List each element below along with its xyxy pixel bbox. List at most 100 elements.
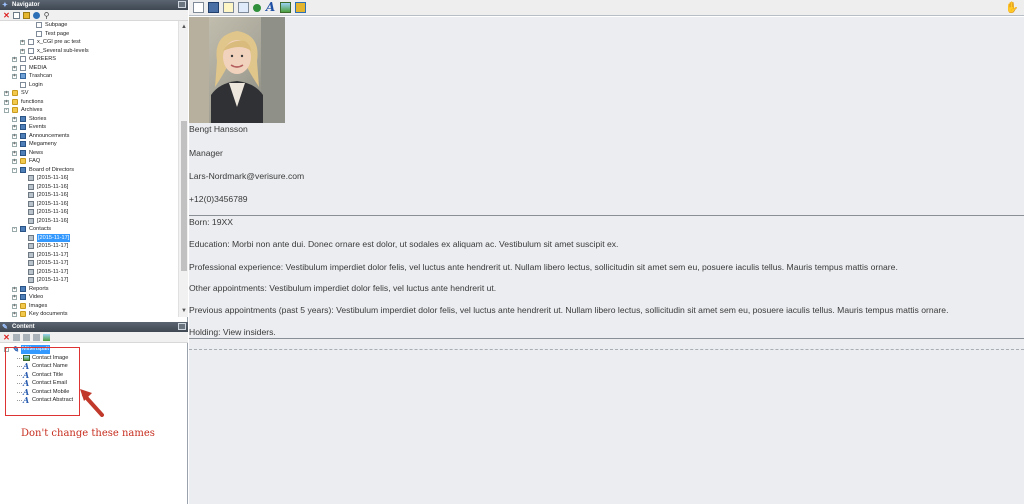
scroll-down-icon[interactable]: ▼ bbox=[180, 307, 188, 315]
expand-icon[interactable]: + bbox=[20, 48, 25, 54]
navigator-scrollbar[interactable]: ▲ ▼ bbox=[178, 21, 188, 317]
navigator-panel: ✦ Navigator ✕ ⚲ Subpage Test page + x_CGI p… bbox=[0, 0, 188, 320]
expand-icon[interactable]: + bbox=[4, 91, 9, 96]
image-icon[interactable] bbox=[280, 2, 291, 13]
expand-icon[interactable]: + bbox=[12, 116, 17, 122]
export-icon[interactable] bbox=[238, 2, 249, 13]
abstract-previous[interactable]: Previous appointments (past 5 years): Ve… bbox=[189, 305, 948, 315]
abstract-education[interactable]: Education: Morbi non ante dui. Donec orn… bbox=[189, 239, 618, 249]
tree-node[interactable]: + MEDIA bbox=[0, 64, 178, 73]
contact-photo[interactable] bbox=[189, 17, 285, 123]
tree-node[interactable]: + Images bbox=[0, 302, 178, 311]
contact-name[interactable]: Bengt Hansson bbox=[189, 124, 248, 134]
text-icon[interactable]: A bbox=[265, 1, 276, 13]
tree-node[interactable]: - Contacts bbox=[0, 225, 178, 234]
collapse-icon[interactable]: - bbox=[4, 108, 9, 113]
tree-node[interactable]: [2015-11-17] bbox=[0, 259, 178, 268]
paste-icon[interactable] bbox=[33, 333, 40, 341]
scroll-thumb[interactable] bbox=[181, 121, 187, 271]
tree-node[interactable]: + Events bbox=[0, 123, 178, 132]
collapse-icon[interactable]: - bbox=[12, 227, 17, 232]
tree-node[interactable]: [2015-11-17] bbox=[0, 233, 178, 242]
image-icon[interactable] bbox=[43, 333, 50, 341]
cube-icon[interactable] bbox=[23, 11, 30, 19]
collapse-icon[interactable]: - bbox=[12, 167, 17, 173]
pin-icon[interactable] bbox=[178, 323, 186, 330]
tree-node-label: FAQ bbox=[29, 158, 41, 164]
publish-icon[interactable] bbox=[253, 3, 261, 12]
delete-icon[interactable] bbox=[13, 333, 20, 341]
tree-node[interactable]: Login bbox=[0, 81, 178, 90]
expand-icon[interactable]: + bbox=[12, 159, 17, 164]
tree-node[interactable]: + News bbox=[0, 149, 178, 158]
close-icon[interactable]: ✕ bbox=[3, 333, 10, 341]
tree-node[interactable]: + Stories bbox=[0, 115, 178, 124]
expand-icon[interactable]: + bbox=[12, 286, 17, 292]
tree-node[interactable]: - Board of Directors bbox=[0, 166, 178, 175]
expand-icon[interactable]: + bbox=[12, 312, 17, 317]
editor-canvas[interactable]: Bengt Hansson Manager Lars-Nordmark@veri… bbox=[189, 17, 1024, 504]
tree-node[interactable]: + FAQ bbox=[0, 157, 178, 166]
navigator-title: Navigator bbox=[12, 2, 40, 8]
tree-node[interactable]: + CAREERS bbox=[0, 55, 178, 64]
tree-node[interactable]: + Megameny bbox=[0, 140, 178, 149]
copy-icon[interactable] bbox=[23, 333, 30, 341]
tree-node[interactable]: + Reports bbox=[0, 285, 178, 294]
page-icon[interactable] bbox=[193, 2, 204, 13]
globe-icon[interactable] bbox=[33, 11, 40, 19]
contact-email[interactable]: Lars-Nordmark@verisure.com bbox=[189, 171, 304, 181]
tree-node[interactable]: + SV bbox=[0, 89, 178, 98]
expand-icon[interactable]: + bbox=[20, 40, 25, 45]
tree-node-label: [2015-11-17] bbox=[37, 277, 69, 283]
expand-icon[interactable]: + bbox=[12, 74, 17, 79]
tree-node[interactable]: + Video bbox=[0, 293, 178, 302]
tree-node[interactable]: + x_Several sub-levels bbox=[0, 47, 178, 56]
tree-node-label: MEDIA bbox=[29, 64, 47, 71]
clip-icon bbox=[28, 175, 34, 181]
tree-node[interactable]: Test page bbox=[0, 30, 178, 39]
hand-icon[interactable]: ✋ bbox=[1005, 2, 1019, 14]
tree-node[interactable]: [2015-11-16] bbox=[0, 191, 178, 200]
tree-node[interactable]: [2015-11-16] bbox=[0, 174, 178, 183]
search-page-icon[interactable] bbox=[223, 2, 234, 13]
expand-icon[interactable]: + bbox=[4, 99, 9, 105]
tree-node[interactable]: [2015-11-16] bbox=[0, 200, 178, 209]
search-icon[interactable]: ⚲ bbox=[43, 11, 50, 19]
tree-node[interactable]: [2015-11-17] bbox=[0, 242, 178, 251]
pin-icon[interactable] bbox=[178, 1, 186, 8]
tree-node[interactable]: [2015-11-17] bbox=[0, 251, 178, 260]
expand-icon[interactable]: + bbox=[12, 125, 17, 130]
contact-title[interactable]: Manager bbox=[189, 148, 223, 158]
tree-node[interactable]: [2015-11-17] bbox=[0, 276, 178, 285]
abstract-professional[interactable]: Professional experience: Vestibulum impe… bbox=[189, 262, 898, 272]
expand-icon[interactable]: + bbox=[12, 65, 17, 71]
tree-node[interactable]: [2015-11-16] bbox=[0, 217, 178, 226]
abstract-other[interactable]: Other appointments: Vestibulum imperdiet… bbox=[189, 283, 496, 293]
tree-node[interactable]: + Trashcan bbox=[0, 72, 178, 81]
tree-node[interactable]: [2015-11-17] bbox=[0, 268, 178, 277]
expand-icon[interactable]: + bbox=[12, 57, 17, 62]
properties-icon[interactable] bbox=[13, 11, 20, 19]
tree-node[interactable]: [2015-11-16] bbox=[0, 183, 178, 192]
expand-icon[interactable]: + bbox=[12, 150, 17, 156]
tree-node[interactable]: + Key documents bbox=[0, 310, 178, 317]
save-icon[interactable] bbox=[208, 2, 219, 13]
close-icon[interactable]: ✕ bbox=[3, 11, 10, 19]
scroll-up-icon[interactable]: ▲ bbox=[180, 23, 188, 31]
abstract-holding[interactable]: Holding: View insiders. bbox=[189, 327, 276, 337]
expand-icon[interactable]: + bbox=[12, 133, 17, 139]
tree-node-label: Archives bbox=[21, 107, 43, 113]
contact-mobile[interactable]: +12(0)3456789 bbox=[189, 194, 248, 204]
expand-icon[interactable]: + bbox=[12, 142, 17, 147]
navigator-tree[interactable]: Subpage Test page + x_CGI pre ac test + x_Sev… bbox=[0, 21, 178, 317]
tree-node[interactable]: Subpage bbox=[0, 21, 178, 30]
module-icon[interactable] bbox=[295, 2, 306, 13]
tree-node[interactable]: [2015-11-16] bbox=[0, 208, 178, 217]
expand-icon[interactable]: + bbox=[12, 303, 17, 309]
expand-icon[interactable]: + bbox=[12, 295, 17, 300]
tree-node[interactable]: - Archives bbox=[0, 106, 178, 115]
tree-node[interactable]: + functions bbox=[0, 98, 178, 107]
tree-node[interactable]: + x_CGI pre ac test bbox=[0, 38, 178, 47]
abstract-born[interactable]: Born: 19XX bbox=[189, 217, 233, 227]
tree-node[interactable]: + Announcements bbox=[0, 132, 178, 141]
